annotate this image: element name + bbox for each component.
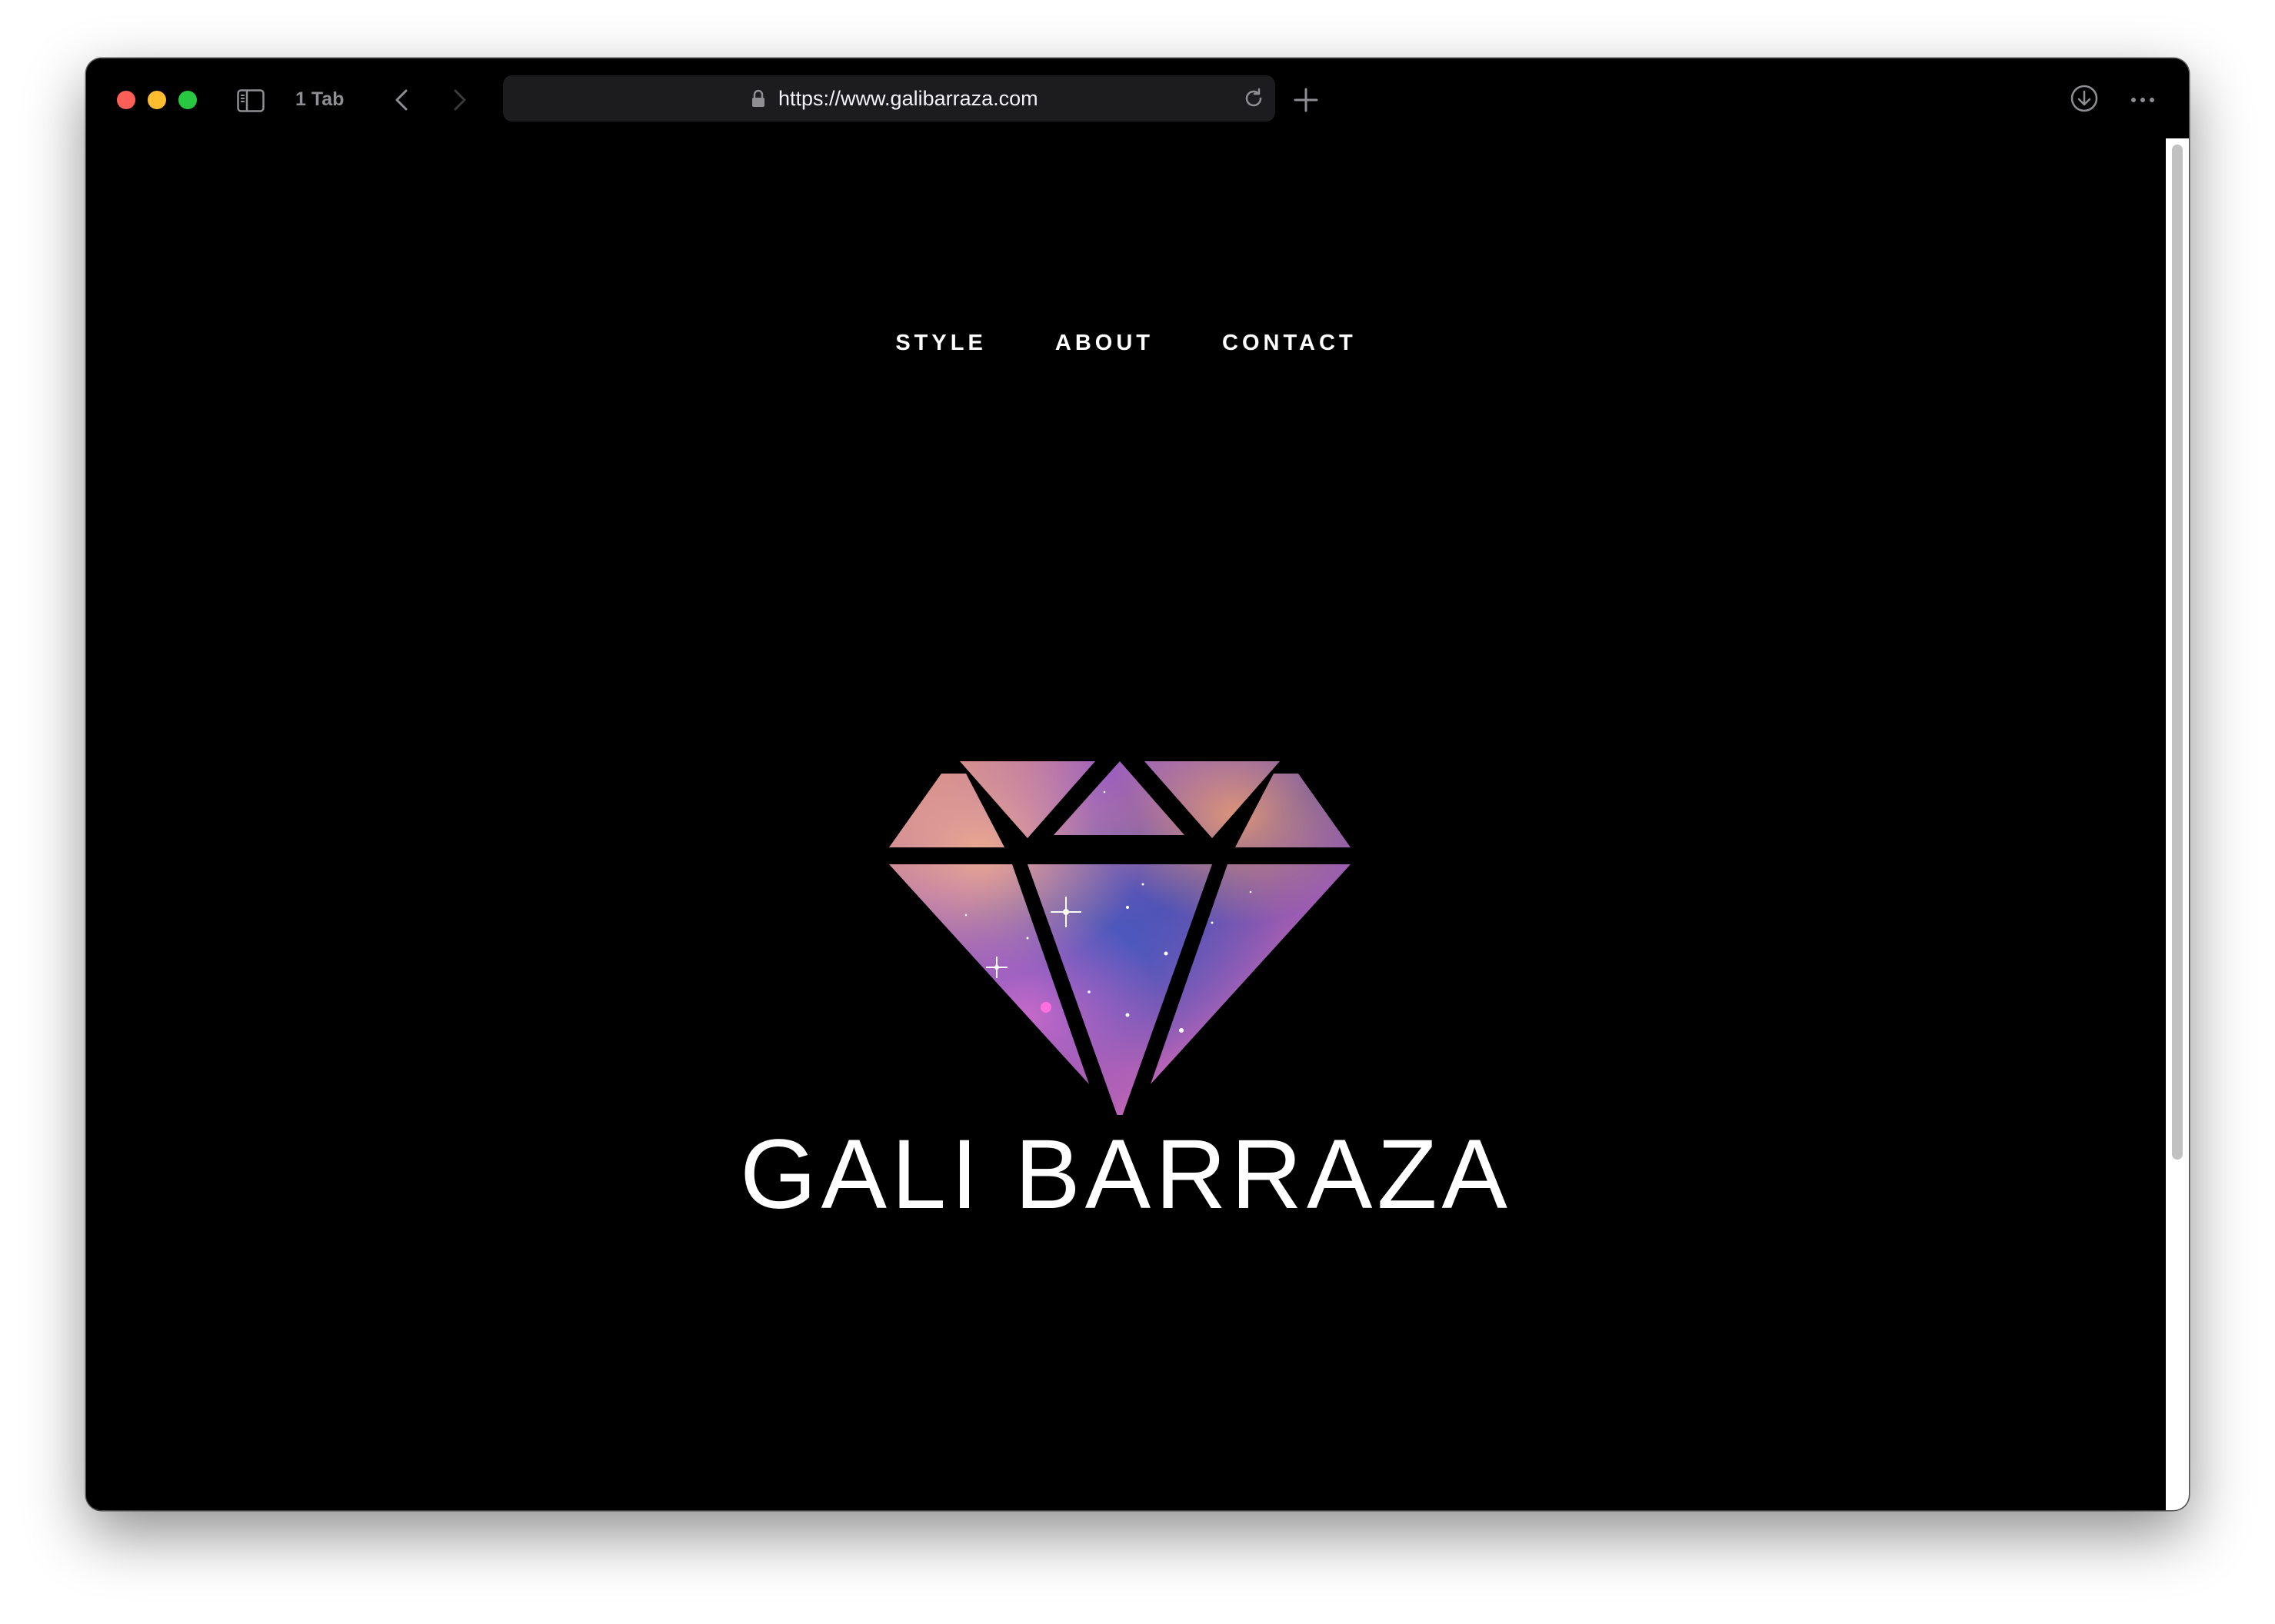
- chevron-right-icon[interactable]: [443, 85, 474, 115]
- sidebar-icon[interactable]: [237, 89, 265, 112]
- chevron-left-icon[interactable]: [388, 85, 418, 115]
- diamond-logo-icon: [889, 761, 1351, 1123]
- url-text[interactable]: https://www.galibarraza.com: [778, 75, 1038, 121]
- tab-count-label[interactable]: 1 Tab: [295, 86, 344, 112]
- brand-name-heading: GALI BARRAZA: [740, 1120, 1512, 1230]
- scrollbar-thumb[interactable]: [2172, 145, 2183, 1160]
- nav-link-about[interactable]: ABOUT: [1055, 331, 1154, 356]
- nav-link-style[interactable]: STYLE: [895, 331, 986, 356]
- ellipsis-icon[interactable]: [2127, 85, 2158, 115]
- reload-icon[interactable]: [1241, 86, 1266, 111]
- nav-link-contact[interactable]: CONTACT: [1222, 331, 1357, 356]
- browser-window: 1 Tab https://www.galibarraza.com STYLE …: [86, 58, 2189, 1510]
- browser-toolbar: 1 Tab https://www.galibarraza.com: [86, 58, 2189, 138]
- address-bar[interactable]: https://www.galibarraza.com: [503, 75, 1275, 121]
- site-navigation: STYLE ABOUT CONTACT: [86, 331, 2166, 356]
- lock-icon: [751, 89, 766, 108]
- page-viewport: STYLE ABOUT CONTACT GALI BARRAZA: [86, 138, 2166, 1510]
- download-icon[interactable]: [2069, 83, 2100, 114]
- maximize-window-button[interactable]: [178, 91, 197, 109]
- close-window-button[interactable]: [117, 91, 135, 109]
- plus-icon[interactable]: [1291, 85, 1321, 115]
- minimize-window-button[interactable]: [148, 91, 166, 109]
